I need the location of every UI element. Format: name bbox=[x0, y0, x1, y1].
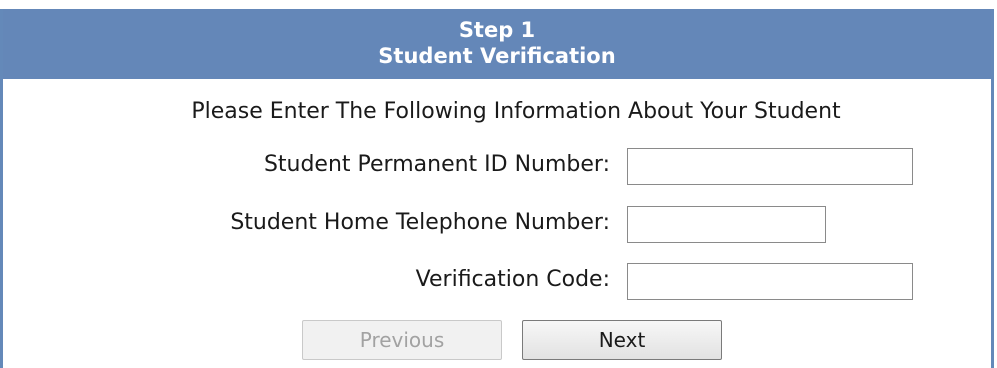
permanent-id-row: Student Permanent ID Number: bbox=[3, 148, 991, 188]
home-phone-label: Student Home Telephone Number: bbox=[230, 210, 610, 235]
permanent-id-label: Student Permanent ID Number: bbox=[263, 152, 610, 177]
step-title: Student Verification bbox=[378, 44, 616, 68]
next-button[interactable]: Next bbox=[522, 320, 722, 360]
instructions-text: Please Enter The Following Information A… bbox=[191, 99, 841, 124]
previous-button[interactable]: Previous bbox=[302, 320, 502, 360]
verification-code-input[interactable] bbox=[627, 263, 913, 300]
step-header: Step 1 Student Verification bbox=[3, 9, 991, 79]
verification-code-row: Verification Code: bbox=[3, 263, 991, 303]
step-number: Step 1 bbox=[458, 18, 536, 42]
student-verification-panel: Step 1 Student Verification Please Enter… bbox=[0, 9, 994, 368]
home-phone-input[interactable] bbox=[627, 206, 826, 243]
home-phone-row: Student Home Telephone Number: bbox=[3, 206, 991, 246]
permanent-id-input[interactable] bbox=[627, 148, 913, 185]
verification-code-label: Verification Code: bbox=[415, 267, 610, 292]
